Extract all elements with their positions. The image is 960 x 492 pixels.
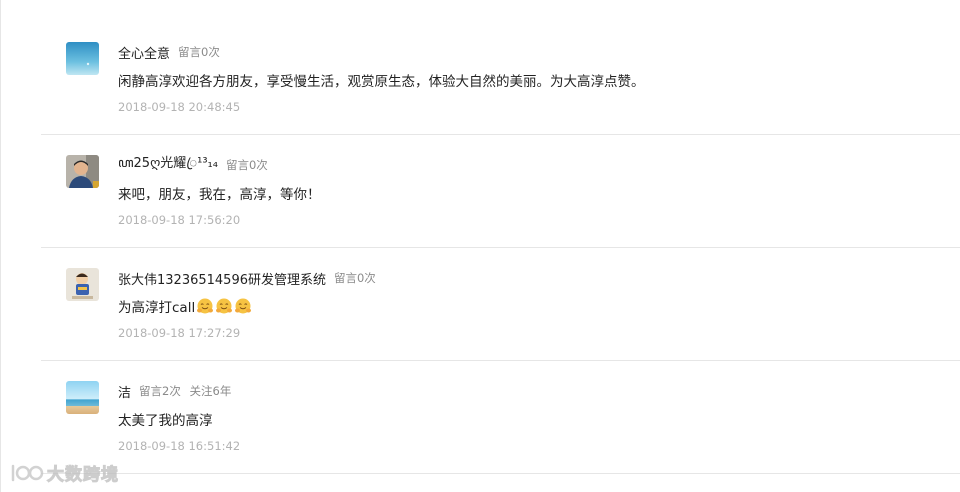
comment-item: 全心全意 留言0次 闲静高淳欢迎各方朋友，享受慢生活，观赏原生态，体验大自然的美… [41, 22, 960, 135]
user-avatar[interactable] [66, 155, 99, 188]
comment-timestamp: 2018-09-18 17:56:20 [118, 213, 241, 227]
comment-text: 闲静高淳欢迎各方朋友，享受慢生活，观赏原生态，体验大自然的美丽。为大高淳点赞。 [118, 74, 645, 90]
comment-list: 全心全意 留言0次 闲静高淳欢迎各方朋友，享受慢生活，观赏原生态，体验大自然的美… [41, 22, 960, 474]
hugging-face-icon [196, 297, 214, 315]
comment-timestamp: 2018-09-18 17:27:29 [118, 326, 241, 340]
comment-count: 留言0次 [178, 45, 220, 59]
user-stats: 留言0次 [178, 44, 220, 60]
user-avatar[interactable] [66, 42, 99, 75]
user-avatar[interactable] [66, 268, 99, 301]
comment-count: 留言0次 [225, 158, 268, 172]
comment-timestamp: 2018-09-18 16:51:42 [118, 439, 241, 453]
brand-logo-icon [9, 462, 45, 484]
user-stats: 留言0次 [226, 157, 268, 173]
hugging-face-icon [234, 297, 252, 315]
user-stats: 留言0次 [334, 270, 376, 286]
comment-item: 洁 留言2次 关注6年 太美了我的高淳 2018-09-18 16:51:42 [41, 361, 960, 474]
user-nickname[interactable]: 张大伟13236514596研发管理系统 [118, 269, 326, 288]
watermark: 大数跨境 [9, 460, 119, 486]
follow-duration: 关注6年 [189, 384, 232, 398]
user-avatar[interactable] [66, 381, 99, 414]
comment-text: 来吧，朋友，我在，高淳，等你！ [118, 187, 321, 203]
comment-text-row: 为高淳打call [118, 296, 252, 316]
user-nickname[interactable]: 洁 [118, 382, 131, 401]
watermark-text: 大数跨境 [47, 465, 119, 486]
comment-item: ꦲ25ღ光耀ꦿ︎¹³₁₄ 留言0次 来吧，朋友，我在，高淳，等你！ 2018-0… [41, 135, 960, 248]
comment-text: 太美了我的高淳 [118, 413, 213, 429]
comment-text: 为高淳打call [118, 300, 196, 316]
comment-item: 张大伟13236514596研发管理系统 留言0次 为高淳打call 2018-… [41, 248, 960, 361]
comment-count: 留言2次 [139, 384, 181, 398]
user-nickname[interactable]: ꦲ25ღ光耀ꦿ︎¹³₁₄ [118, 152, 218, 179]
hugging-face-icon [215, 297, 233, 315]
user-stats: 留言2次 关注6年 [139, 383, 231, 399]
comment-page: 全心全意 留言0次 闲静高淳欢迎各方朋友，享受慢生活，观赏原生态，体验大自然的美… [0, 0, 960, 492]
user-nickname[interactable]: 全心全意 [118, 43, 170, 62]
comment-timestamp: 2018-09-18 20:48:45 [118, 100, 241, 114]
comment-count: 留言0次 [333, 271, 376, 285]
